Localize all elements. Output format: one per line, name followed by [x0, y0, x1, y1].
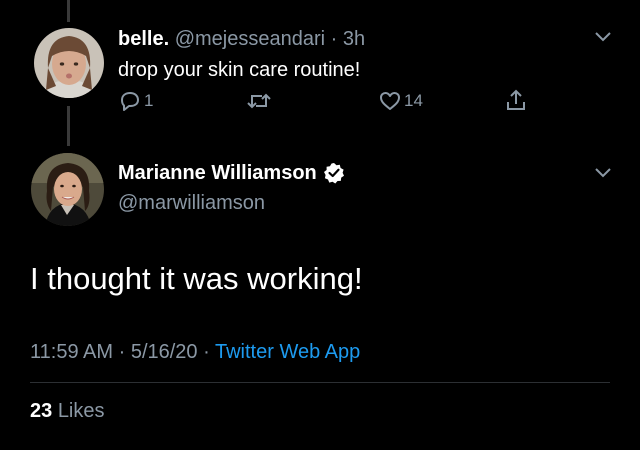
- reply-more-chevron[interactable]: [593, 30, 613, 49]
- heart-icon: [380, 92, 400, 110]
- verified-badge-icon: [323, 163, 344, 184]
- meta-dot-1: ·: [118, 341, 126, 363]
- retweet-icon: [247, 93, 271, 109]
- reply-icon: [121, 92, 139, 111]
- chevron-down-icon: [595, 32, 611, 42]
- meta-divider: [30, 382, 610, 383]
- thread-line-top: [67, 0, 70, 22]
- likes-row[interactable]: 23 Likes: [30, 398, 105, 424]
- likes-label: Likes: [57, 400, 105, 422]
- retweet-action[interactable]: [246, 90, 272, 112]
- tweet-source-link[interactable]: Twitter Web App: [215, 341, 360, 363]
- share-action[interactable]: [505, 88, 527, 112]
- reply-time[interactable]: 3h: [343, 28, 365, 50]
- avatar-belle[interactable]: [34, 28, 104, 98]
- avatar-marianne-photo: [31, 153, 104, 226]
- tweet-date[interactable]: 5/16/20: [131, 341, 198, 363]
- like-count: 14: [404, 91, 423, 110]
- reply-header: belle. @mejesseandari · 3h: [118, 26, 365, 52]
- tweet-meta: 11:59 AM · 5/16/20 · Twitter Web App: [30, 339, 360, 365]
- likes-count: 23: [30, 400, 53, 422]
- share-icon: [507, 89, 525, 110]
- reply-handle[interactable]: @mejesseandari: [175, 28, 325, 50]
- meta-dot-2: ·: [203, 341, 210, 363]
- reply-count: 1: [144, 91, 154, 110]
- reply-separator: ·: [330, 28, 338, 50]
- main-display-name[interactable]: Marianne Williamson: [118, 160, 317, 186]
- avatar-marianne[interactable]: [31, 153, 104, 226]
- reply-display-name[interactable]: belle.: [118, 28, 169, 50]
- thread-line-connector: [67, 106, 70, 146]
- tweet-time[interactable]: 11:59 AM: [30, 341, 113, 363]
- main-tweet-text: I thought it was working!: [30, 261, 363, 296]
- main-name-row: Marianne Williamson: [118, 160, 345, 186]
- like-action[interactable]: 14: [378, 90, 423, 112]
- avatar-belle-photo: [34, 28, 104, 98]
- main-handle[interactable]: @marwilliamson: [118, 190, 265, 216]
- reply-action[interactable]: 1: [118, 90, 153, 112]
- reply-text: drop your skin care routine!: [118, 59, 361, 81]
- main-more-chevron[interactable]: [593, 166, 613, 185]
- chevron-down-icon: [595, 168, 611, 178]
